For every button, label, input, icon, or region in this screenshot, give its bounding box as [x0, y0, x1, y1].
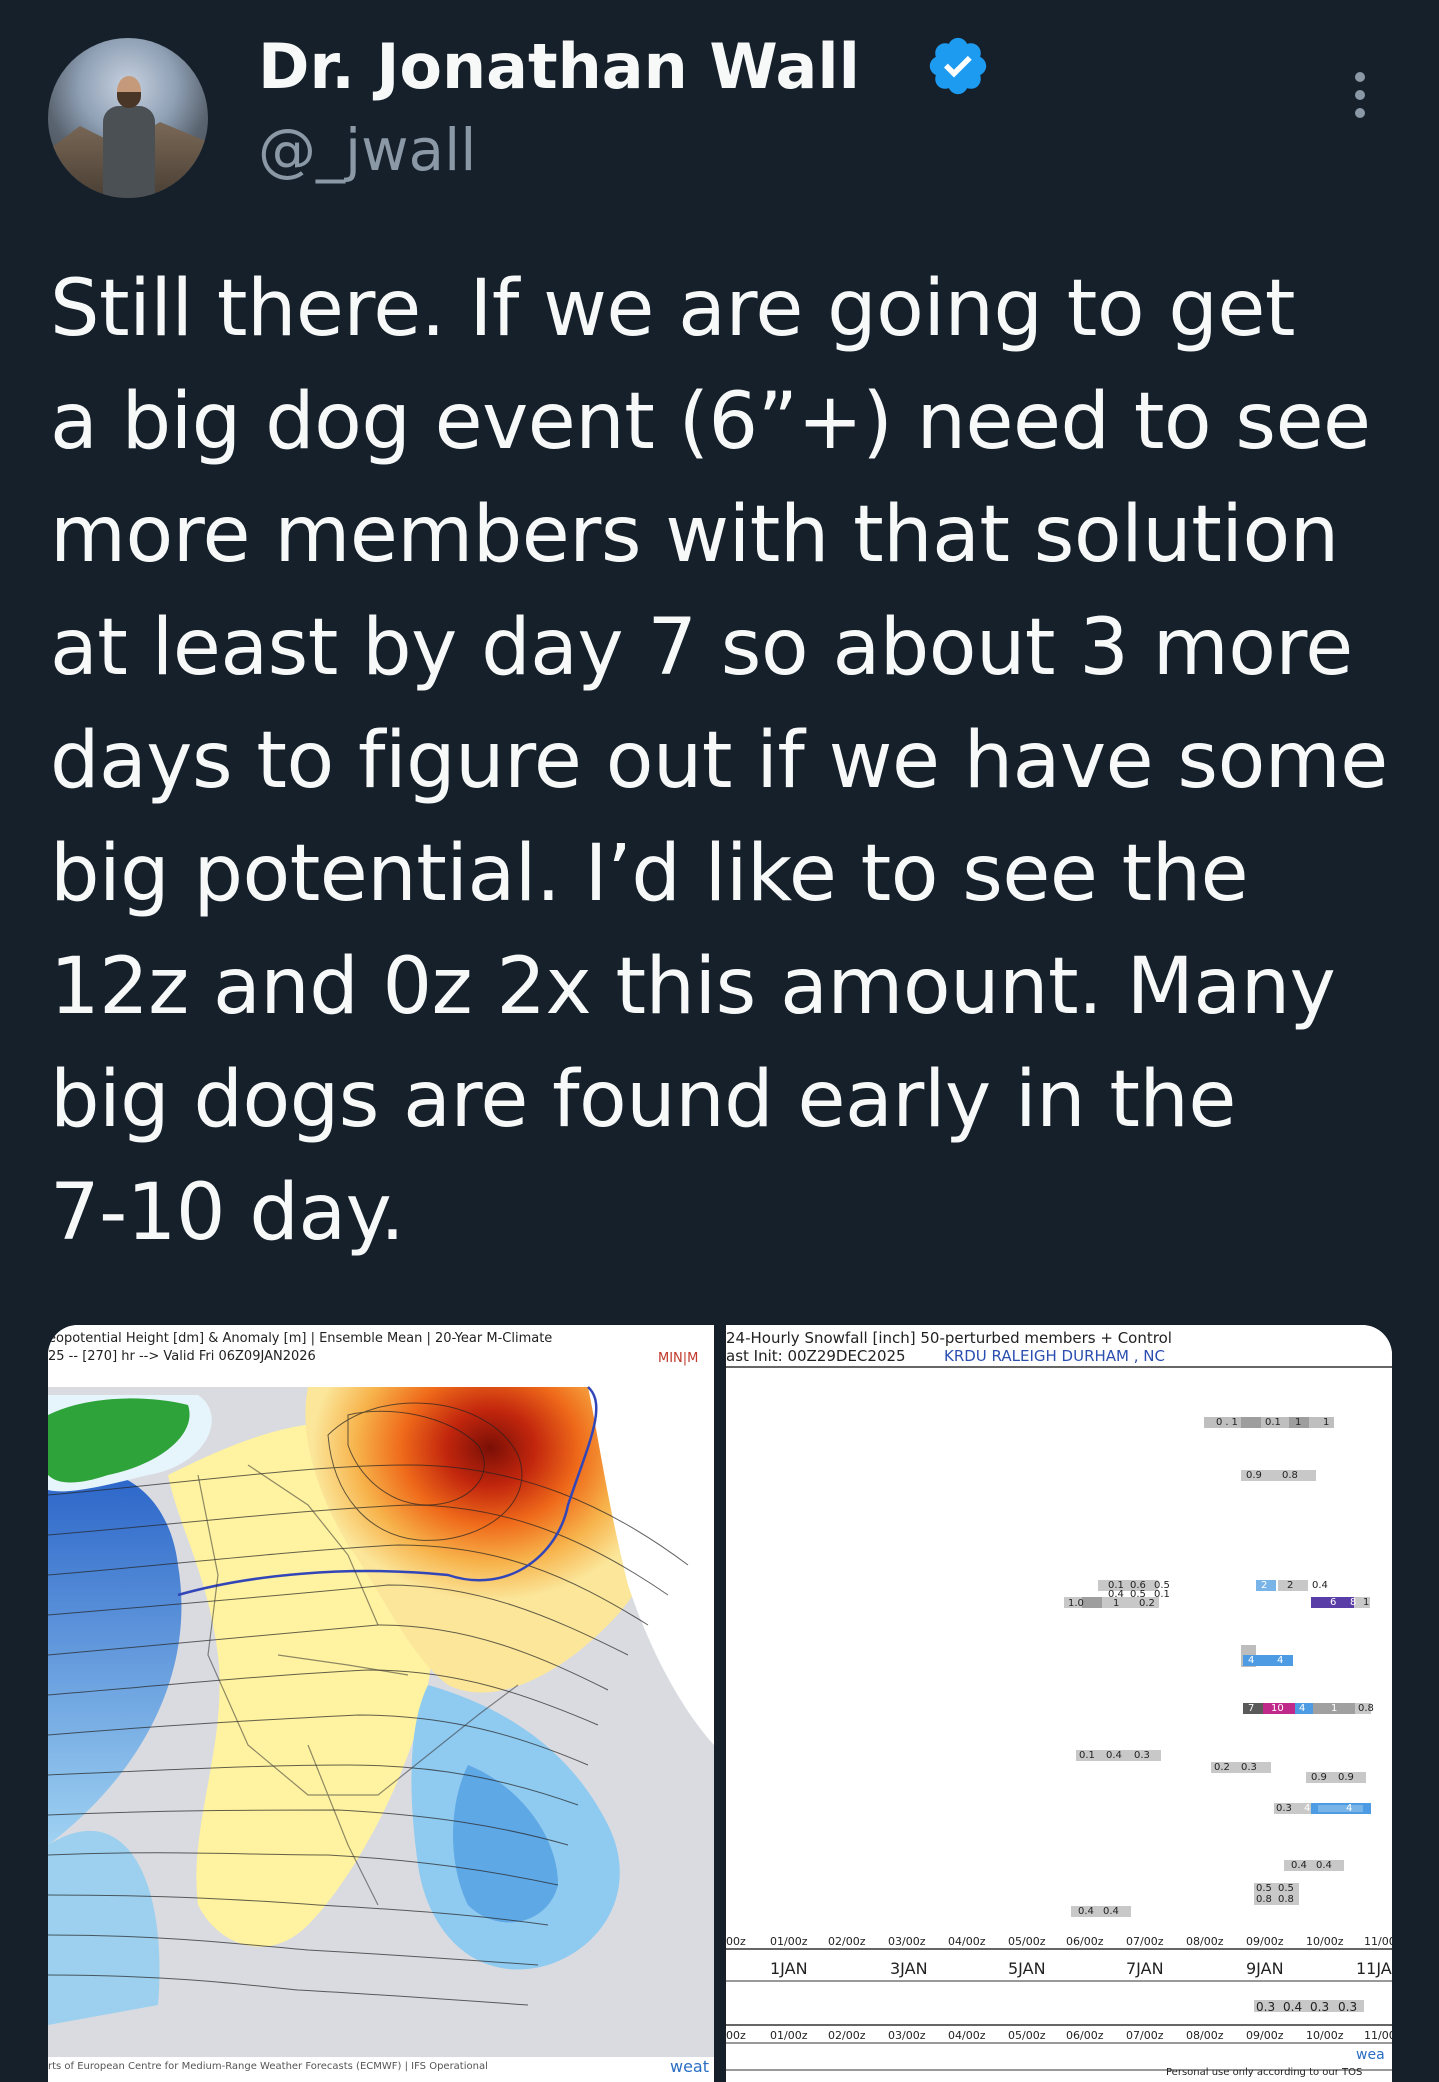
author-handle[interactable]: @_jwall [258, 110, 476, 190]
snowfall-plot-frame [726, 1366, 1392, 2071]
snowfall-chart-image[interactable]: 24-Hourly Snowfall [inch] 50-perturbed m… [726, 1325, 1392, 2082]
member-label: 4 [1304, 1803, 1311, 1814]
ensemble-map-image[interactable]: eopotential Height [dm] & Anomaly [m] | … [48, 1325, 714, 2082]
member-label: 1 [1323, 1417, 1330, 1428]
date-label: 1JAN [770, 1959, 808, 1978]
member-label: 0.3 [1134, 1750, 1150, 1761]
member-label: 0.2 [1139, 1598, 1155, 1609]
time-label-bottom: 02/00z [828, 2029, 866, 2042]
time-label-bottom: 10/00z [1306, 2029, 1344, 2042]
author-name[interactable]: Dr. Jonathan Wall [258, 22, 860, 112]
member-label: 0.8 [1278, 1894, 1294, 1905]
member-label: 0.8 [1256, 1894, 1272, 1905]
date-label: 7JAN [1126, 1959, 1164, 1978]
member-label: 4 [1248, 1655, 1255, 1666]
member-label: 0.9 [1338, 1772, 1354, 1783]
member-label: 0.9 [1246, 1470, 1262, 1481]
tweet-text: Still there. If we are going to get a bi… [50, 264, 1388, 1258]
time-label-bottom: 07/00z [1126, 2029, 1164, 2042]
member-label: 2 [1287, 1580, 1294, 1591]
time-label-bottom: 08/00z [1186, 2029, 1224, 2042]
date-label: 9JAN [1246, 1959, 1284, 1978]
member-label: 0.4 [1106, 1750, 1122, 1761]
member-label: 0.1 [1154, 1589, 1170, 1600]
time-label-bottom: 00z [726, 2029, 746, 2042]
date-label: 11JA [1356, 1959, 1392, 1978]
time-label-bottom: 06/00z [1066, 2029, 1104, 2042]
member-label: 1 [1331, 1703, 1338, 1714]
member-label: 6 [1330, 1597, 1337, 1608]
time-label: 11/00 [1364, 1935, 1392, 1948]
media-divider [714, 1325, 726, 2082]
member-label: 0.9 [1311, 1772, 1327, 1783]
mean-value: 0.4 [1283, 2000, 1303, 2014]
map-footer: rts of European Centre for Medium-Range … [48, 2061, 488, 2072]
member-label: 0.4 [1103, 1906, 1119, 1917]
map-brand: weat [670, 2057, 710, 2076]
member-label: 1 [1113, 1598, 1120, 1609]
member-label: 0.4 [1291, 1860, 1307, 1871]
snow-brand: wea [1356, 2047, 1385, 2063]
member-label: 0.4 [1312, 1580, 1328, 1591]
time-label: 09/00z [1246, 1935, 1284, 1948]
time-label: 05/00z [1008, 1935, 1046, 1948]
date-label: 5JAN [1008, 1959, 1046, 1978]
time-label: 06/00z [1066, 1935, 1104, 1948]
time-label: 07/00z [1126, 1935, 1164, 1948]
member-label: 0.4 [1316, 1860, 1332, 1871]
time-label-bottom: 03/00z [888, 2029, 926, 2042]
member-label: 0.4 [1078, 1906, 1094, 1917]
member-label: 10 [1271, 1703, 1284, 1714]
snow-disclaimer: Personal use only according to our TOS [1166, 2067, 1363, 2078]
mean-value: 0.3 [1310, 2000, 1330, 2014]
geopotential-map [48, 1386, 714, 2057]
member-label: 1 [1363, 1597, 1370, 1608]
member-label: 0.8 [1358, 1703, 1374, 1714]
avatar[interactable] [48, 38, 208, 198]
more-options-icon[interactable] [1340, 72, 1380, 132]
member-label: 0.1 [1216, 1417, 1241, 1428]
time-label: 02/00z [828, 1935, 866, 1948]
time-label: 08/00z [1186, 1935, 1224, 1948]
time-label-bottom: 05/00z [1008, 2029, 1046, 2042]
member-label: 4 [1277, 1655, 1284, 1666]
member-bars [1064, 1417, 1371, 2012]
member-label: 8 [1350, 1597, 1357, 1608]
mean-value: 0.3 [1338, 2000, 1358, 2014]
member-label: 4 [1299, 1703, 1306, 1714]
member-label: 1.0 [1068, 1598, 1084, 1609]
mean-value: 0.3 [1256, 2000, 1276, 2014]
date-label: 3JAN [890, 1959, 928, 1978]
member-label: 0.5 [1256, 1883, 1272, 1894]
member-label: 7 [1248, 1703, 1255, 1714]
verified-badge-icon [929, 37, 987, 95]
time-label-bottom: 09/00z [1246, 2029, 1284, 2042]
member-label: 0.8 [1282, 1470, 1298, 1481]
member-label: 2 [1261, 1580, 1268, 1591]
time-label: 10/00z [1306, 1935, 1344, 1948]
member-label: 1 [1295, 1417, 1302, 1428]
member-label: 0.1 [1265, 1417, 1281, 1428]
time-label: 01/00z [770, 1935, 808, 1948]
time-label: 04/00z [948, 1935, 986, 1948]
member-label: 4 [1346, 1803, 1353, 1814]
member-label: 0.3 [1241, 1762, 1257, 1773]
member-label: 0.2 [1214, 1762, 1230, 1773]
time-label: 00z [726, 1935, 746, 1948]
member-label: 0.5 [1278, 1883, 1294, 1894]
time-label-bottom: 04/00z [948, 2029, 986, 2042]
member-label: 0.1 [1079, 1750, 1095, 1761]
tweet-media[interactable]: eopotential Height [dm] & Anomaly [m] | … [48, 1325, 1392, 2082]
time-label: 03/00z [888, 1935, 926, 1948]
member-label: 0.3 [1276, 1803, 1292, 1814]
time-label-bottom: 01/00z [770, 2029, 808, 2042]
time-label-bottom: 11/00 [1364, 2029, 1392, 2042]
